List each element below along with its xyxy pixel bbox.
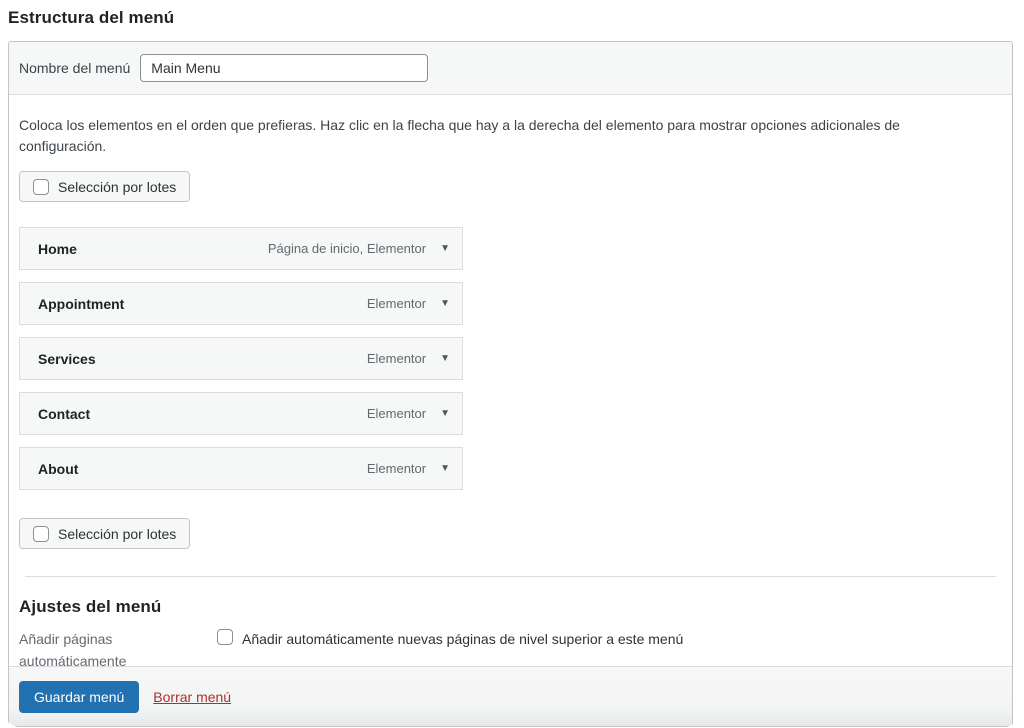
menu-item-label: Contact <box>38 406 90 422</box>
auto-add-pages-checkbox[interactable] <box>217 629 233 645</box>
chevron-down-icon[interactable]: ▼ <box>440 464 450 474</box>
save-actions-bar: Guardar menú Borrar menú <box>9 666 1012 726</box>
menu-item-meta: Elementor <box>367 296 426 311</box>
chevron-down-icon[interactable]: ▼ <box>440 354 450 364</box>
bulk-select-button-top[interactable]: Selección por lotes <box>19 171 190 202</box>
menu-name-input[interactable] <box>140 54 428 82</box>
page-title: Estructura del menú <box>8 8 1024 28</box>
auto-add-pages-field[interactable]: Añadir automáticamente nuevas páginas de… <box>217 629 683 650</box>
menu-item-label: Appointment <box>38 296 124 312</box>
bulk-select-checkbox-bottom[interactable] <box>33 526 49 542</box>
menu-structure-page: Estructura del menú Nombre del menú Colo… <box>0 0 1024 728</box>
menu-item-meta: Elementor <box>367 351 426 366</box>
menu-name-bar: Nombre del menú <box>9 42 1012 95</box>
menu-item-label: Home <box>38 241 77 257</box>
bulk-select-label: Selección por lotes <box>58 179 176 195</box>
menu-items-list: Home Página de inicio, Elementor ▼ Appoi… <box>19 227 463 490</box>
save-menu-button[interactable]: Guardar menú <box>19 681 139 713</box>
chevron-down-icon[interactable]: ▼ <box>440 244 450 254</box>
auto-add-pages-label: Añadir páginas automáticamente <box>19 629 189 666</box>
menu-item-label: About <box>38 461 78 477</box>
menu-name-label: Nombre del menú <box>19 60 130 76</box>
menu-item-meta: Elementor <box>367 406 426 421</box>
menu-settings-title: Ajustes del menú <box>19 597 1002 617</box>
bulk-select-label: Selección por lotes <box>58 526 176 542</box>
menu-item-row[interactable]: Services Elementor ▼ <box>19 337 463 380</box>
menu-item-row[interactable]: Home Página de inicio, Elementor ▼ <box>19 227 463 270</box>
menu-item-row[interactable]: Appointment Elementor ▼ <box>19 282 463 325</box>
bulk-select-button-bottom[interactable]: Selección por lotes <box>19 518 190 549</box>
menu-item-row[interactable]: About Elementor ▼ <box>19 447 463 490</box>
menu-item-meta: Elementor <box>367 461 426 476</box>
menu-item-row[interactable]: Contact Elementor ▼ <box>19 392 463 435</box>
menu-item-meta: Página de inicio, Elementor <box>268 241 426 256</box>
chevron-down-icon[interactable]: ▼ <box>440 299 450 309</box>
menu-item-label: Services <box>38 351 96 367</box>
auto-add-pages-row: Añadir páginas automáticamente Añadir au… <box>19 629 1002 666</box>
section-divider <box>25 576 996 577</box>
chevron-down-icon[interactable]: ▼ <box>440 409 450 419</box>
auto-add-pages-checkbox-label: Añadir automáticamente nuevas páginas de… <box>242 629 683 650</box>
instructions-text: Coloca los elementos en el orden que pre… <box>19 115 951 157</box>
menu-body: Coloca los elementos en el orden que pre… <box>9 95 1012 666</box>
bulk-select-checkbox-top[interactable] <box>33 179 49 195</box>
delete-menu-link[interactable]: Borrar menú <box>153 689 231 705</box>
menu-editor-panel: Nombre del menú Coloca los elementos en … <box>8 41 1013 727</box>
